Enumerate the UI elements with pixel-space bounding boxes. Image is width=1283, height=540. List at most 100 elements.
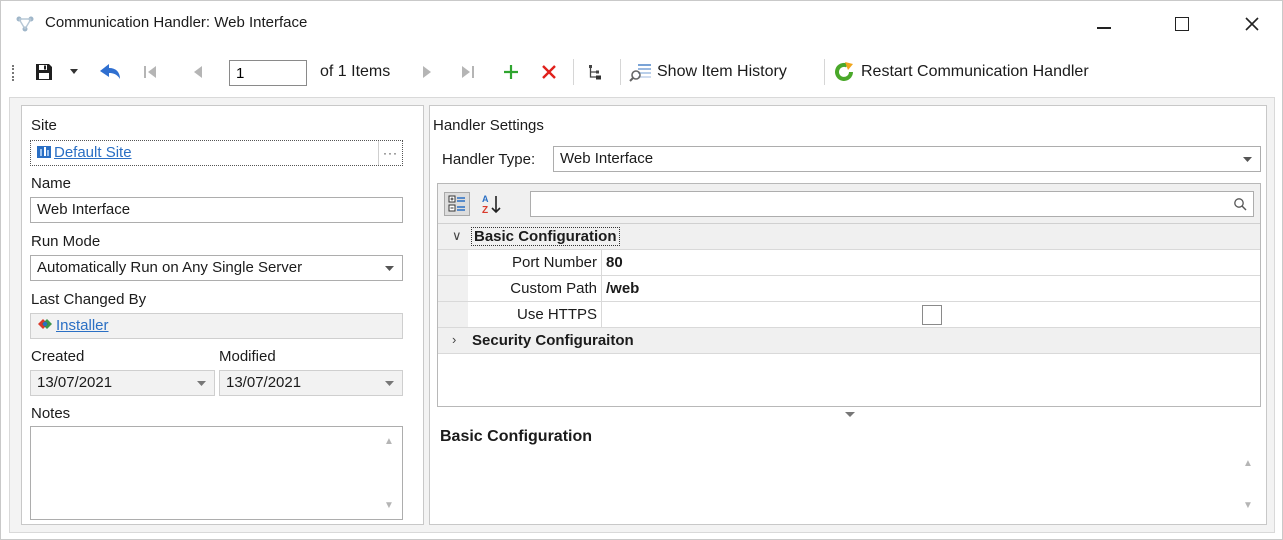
last-changed-by-field: Installer (30, 313, 403, 339)
chevron-down-icon[interactable]: ∨ (452, 228, 462, 244)
run-mode-value: Automatically Run on Any Single Server (37, 259, 303, 276)
main-window: Communication Handler: Web Interface 1 o… (0, 0, 1283, 540)
maximize-icon (1175, 17, 1189, 31)
last-changed-by-label: Last Changed By (31, 291, 147, 308)
history-icon (629, 64, 651, 82)
last-icon (462, 66, 474, 78)
previous-item-button[interactable] (187, 53, 209, 91)
port-number-value[interactable]: 80 (606, 254, 623, 271)
undo-button[interactable] (95, 53, 125, 91)
notes-textarea[interactable]: ▲ ▼ (30, 426, 403, 520)
description-scrollbar[interactable]: ▲ ▼ (1235, 449, 1261, 519)
hierarchy-icon (589, 65, 601, 80)
site-field[interactable]: Default Site ··· (30, 140, 403, 166)
category-security-configuration[interactable]: › Security Configuraiton (438, 328, 1260, 354)
custom-path-value[interactable]: /web (606, 280, 639, 297)
scroll-up-icon[interactable]: ▲ (376, 431, 402, 451)
next-item-button[interactable] (417, 53, 437, 91)
toolbar-separator (573, 59, 574, 85)
add-item-button[interactable] (499, 53, 523, 91)
property-row-custom-path[interactable]: Custom Path /web (438, 276, 1260, 302)
save-icon (36, 64, 52, 80)
chevron-down-icon (378, 371, 400, 395)
page-number-input[interactable] (229, 60, 307, 86)
name-field[interactable]: Web Interface (30, 197, 403, 223)
sort-az-icon: A Z (482, 194, 501, 215)
created-date-value: 13/07/2021 (37, 374, 113, 391)
communication-handler-icon (16, 16, 34, 32)
delete-item-button[interactable] (537, 53, 561, 91)
save-dropdown-button[interactable] (67, 53, 81, 91)
category-label: Basic Configuration (471, 227, 620, 246)
restart-icon (835, 62, 853, 81)
description-title: Basic Configuration (440, 428, 593, 445)
previous-icon (194, 66, 202, 78)
modified-date-value: 13/07/2021 (226, 374, 302, 391)
minimize-button[interactable] (1081, 9, 1127, 39)
handler-type-label: Handler Type: (442, 151, 536, 168)
delete-x-icon (542, 65, 556, 79)
property-name: Port Number (468, 250, 602, 275)
hierarchy-button[interactable] (583, 53, 609, 91)
toolbar-separator (824, 59, 825, 85)
property-row-port-number[interactable]: Port Number 80 (438, 250, 1260, 276)
property-gutter (438, 276, 468, 301)
window-title: Communication Handler: Web Interface (45, 14, 308, 31)
site-icon (37, 146, 51, 158)
handler-type-select[interactable]: Web Interface (553, 146, 1261, 172)
show-item-history-label: Show Item History (657, 63, 787, 80)
property-name: Use HTTPS (468, 302, 602, 327)
property-search-input[interactable] (530, 191, 1254, 217)
modified-label: Modified (219, 348, 276, 365)
name-label: Name (31, 175, 72, 192)
installer-link[interactable]: Installer (56, 317, 109, 334)
toolbar: of 1 Items (1, 53, 1282, 91)
svg-text:A: A (482, 194, 489, 204)
categorized-icon (448, 195, 465, 212)
scroll-down-icon[interactable]: ▼ (376, 495, 402, 515)
property-row-use-https[interactable]: Use HTTPS (438, 302, 1260, 328)
property-gutter (438, 302, 468, 327)
property-name: Custom Path (468, 276, 602, 301)
maximize-button[interactable] (1159, 9, 1205, 39)
toolbar-grip[interactable] (12, 65, 15, 81)
property-grid: A Z ∨ Basic Configuration Port Number 80 (437, 183, 1261, 407)
last-item-button[interactable] (457, 53, 479, 91)
alphabetical-view-button[interactable]: A Z (478, 192, 504, 216)
close-button[interactable] (1229, 9, 1275, 39)
svg-text:Z: Z (482, 205, 488, 215)
chevron-down-icon (190, 371, 212, 395)
scroll-down-icon[interactable]: ▼ (1235, 495, 1261, 515)
chevron-down-icon[interactable] (378, 256, 400, 280)
chevron-right-icon[interactable]: › (452, 332, 456, 347)
use-https-checkbox[interactable] (922, 305, 942, 325)
undo-icon (100, 64, 120, 79)
category-label: Security Configuraiton (472, 332, 634, 349)
save-button[interactable] (31, 53, 57, 91)
show-item-history-button[interactable]: Show Item History (629, 53, 819, 91)
toolbar-separator (620, 59, 621, 85)
next-icon (423, 66, 431, 78)
title-bar: Communication Handler: Web Interface (1, 1, 1282, 47)
site-link[interactable]: Default Site (54, 144, 132, 161)
splitter-arrow-icon[interactable] (845, 412, 855, 418)
scroll-up-icon[interactable]: ▲ (1235, 453, 1261, 473)
property-gutter (438, 250, 468, 275)
user-icon (38, 319, 52, 329)
first-item-button[interactable] (139, 53, 161, 91)
run-mode-select[interactable]: Automatically Run on Any Single Server (30, 255, 403, 281)
plus-icon (504, 65, 518, 79)
modified-date-field: 13/07/2021 (219, 370, 403, 396)
created-label: Created (31, 348, 85, 365)
restart-handler-label: Restart Communication Handler (861, 63, 1089, 80)
site-label: Site (31, 117, 57, 134)
chevron-down-icon[interactable] (1236, 147, 1258, 171)
category-basic-configuration[interactable]: ∨ Basic Configuration (438, 224, 1260, 250)
handler-type-value: Web Interface (560, 150, 654, 167)
site-browse-button[interactable]: ··· (378, 141, 402, 165)
restart-handler-button[interactable]: Restart Communication Handler (833, 53, 1133, 91)
close-icon (1245, 17, 1259, 31)
first-icon (144, 66, 156, 78)
categorized-view-button[interactable] (444, 192, 470, 216)
notes-scrollbar[interactable]: ▲ ▼ (376, 427, 402, 519)
